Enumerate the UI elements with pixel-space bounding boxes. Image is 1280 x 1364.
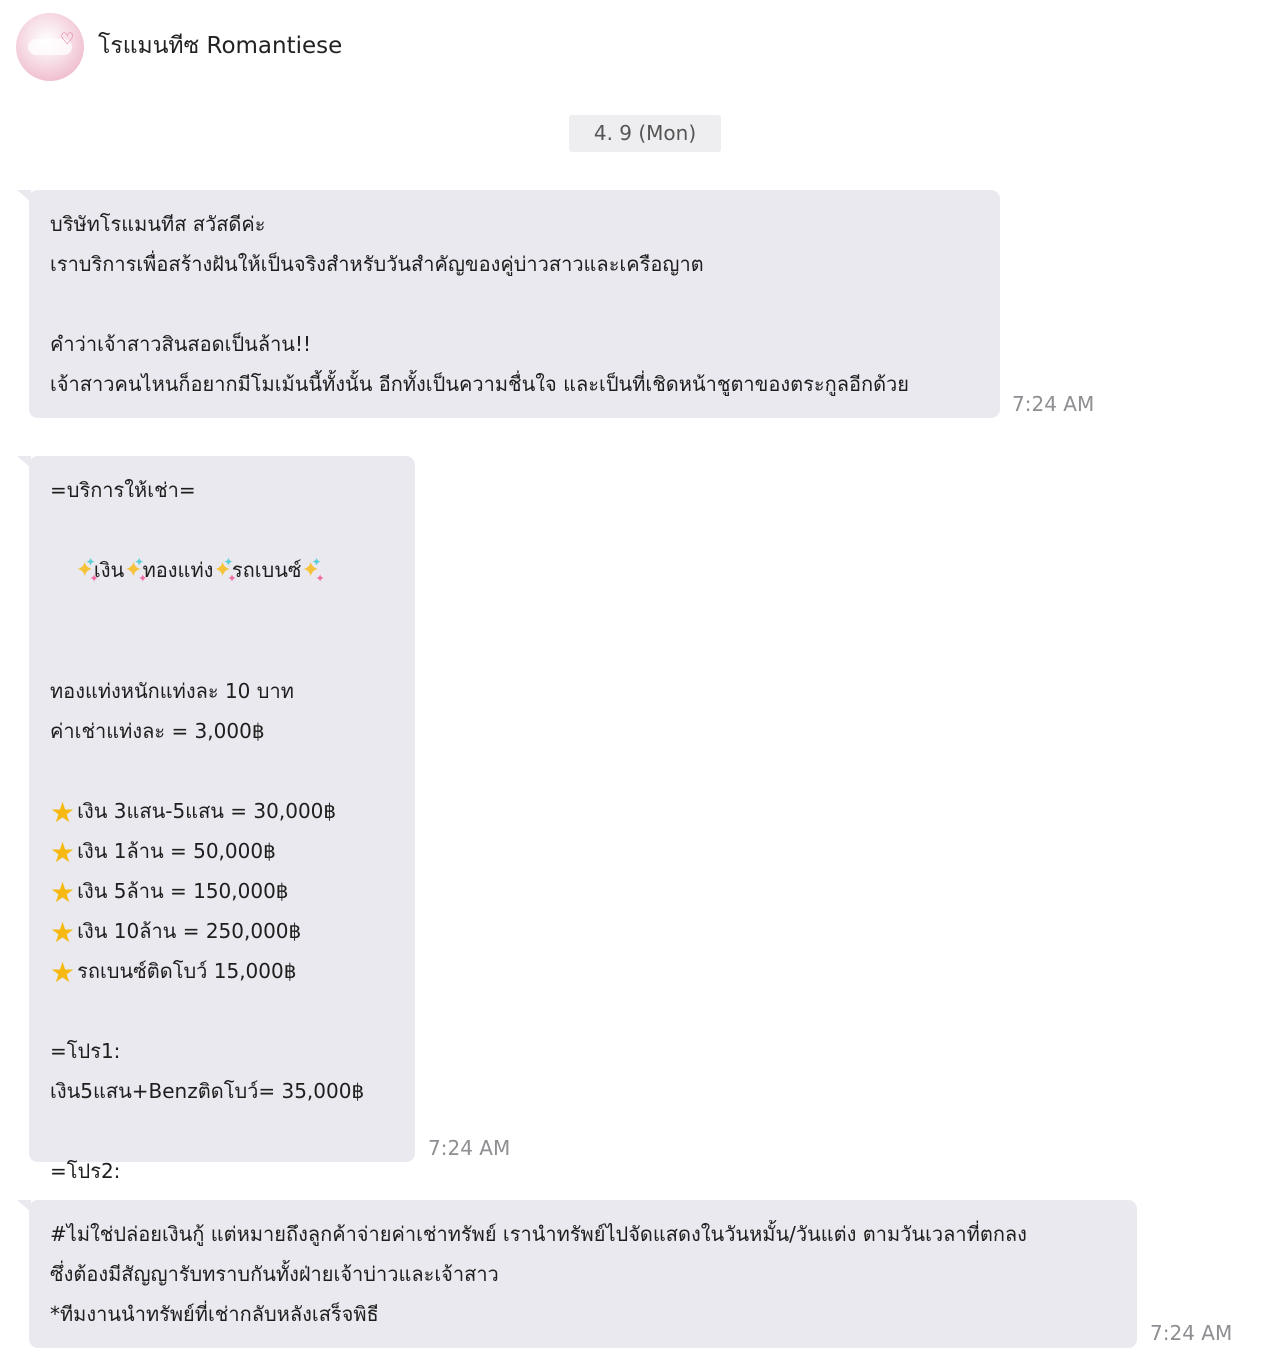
message-line: เจ้าสาวคนไหนก็อยากมีโมเม้นนี้ทั้งนั้น อี… (50, 372, 910, 396)
message-timestamp: 7:24 AM (1150, 1321, 1233, 1345)
sparkles-icon: ✦ (124, 542, 148, 599)
message-line: =บริการให้เช่า= (50, 478, 196, 502)
message-line: คำว่าเจ้าสาวสินสอดเป็นล้าน!! (50, 332, 312, 356)
message-line (50, 751, 393, 791)
sparkle-item: ทองแท่ง (142, 558, 214, 582)
message-line (50, 631, 393, 671)
sparkles-icon: ✦ (213, 542, 237, 599)
price-text: เงิน 10ล้าน = 250,000฿ (77, 919, 302, 943)
date-divider: 4. 9 (Mon) (569, 115, 721, 152)
message-line: *ทีมงานนำทรัพย์ที่เช่ากลับหลังเสร็จพิธี (50, 1302, 379, 1326)
message-line: #ไม่ใช่ปล่อยเงินกู้ แต่หมายถึงลูกค้าจ่าย… (50, 1222, 1027, 1246)
chat-room-title[interactable]: โรแมนทีซ Romantiese (98, 30, 342, 62)
message-bubble[interactable]: บริษัทโรแมนทีส สวัสดีค่ะ เราบริการเพื่อส… (17, 190, 1000, 418)
message-line: เราบริการเพื่อสร้างฝันให้เป็นจริงสำหรับว… (50, 252, 704, 276)
bubble-tail (17, 456, 31, 468)
price-line: ★ เงิน 3แสน-5แสน = 30,000฿ (50, 791, 393, 831)
message-line (50, 991, 393, 1031)
bubble-tail (17, 190, 31, 202)
price-line: ★ เงิน 5ล้าน = 150,000฿ (50, 871, 393, 911)
price-line: ★ เงิน 1ล้าน = 50,000฿ (50, 831, 393, 871)
message-line (50, 284, 978, 324)
message-line: บริษัทโรแมนทีส สวัสดีค่ะ (50, 212, 266, 236)
star-icon: ★ (50, 836, 76, 869)
sparkle-items-line: ✦เงิน✦ทองแท่ง✦รถเบนซ์✦ (50, 510, 393, 631)
price-line: ★ เงิน 10ล้าน = 250,000฿ (50, 911, 393, 951)
message-line: ซึ่งต้องมีสัญญารับทราบกันทั้งฝ่ายเจ้าบ่า… (50, 1262, 499, 1286)
sparkles-icon: ✦ (75, 542, 99, 599)
message-line: ค่าเช่าแท่งละ = 3,000฿ (50, 719, 265, 743)
price-text: รถเบนซ์ติดโบว์ 15,000฿ (77, 959, 297, 983)
chat-header: ♡ โรแมนทีซ Romantiese (0, 0, 1280, 96)
star-icon: ★ (50, 956, 76, 989)
price-text: เงิน 5ล้าน = 150,000฿ (77, 879, 289, 903)
avatar[interactable]: ♡ (16, 13, 84, 81)
bubble-tail (17, 1200, 31, 1212)
message-bubble[interactable]: =บริการให้เช่า= ✦เงิน✦ทองแท่ง✦รถเบนซ์✦ ท… (17, 456, 415, 1223)
message-line: =โปร2: (50, 1159, 121, 1183)
star-icon: ★ (50, 796, 76, 829)
star-icon: ★ (50, 916, 76, 949)
price-text: เงิน 1ล้าน = 50,000฿ (77, 839, 276, 863)
sparkles-icon: ✦ (301, 542, 325, 599)
message-line: เงิน5แสน+Benzติดโบว์= 35,000฿ (50, 1079, 365, 1103)
message-line: =โปร1: (50, 1039, 121, 1063)
heart-icon: ♡ (60, 29, 75, 48)
price-line: ★ รถเบนซ์ติดโบว์ 15,000฿ (50, 951, 393, 991)
sparkle-item: รถเบนซ์ (231, 558, 302, 582)
message-timestamp: 7:24 AM (428, 1136, 511, 1160)
message-line: ทองแท่งหนักแท่งละ 10 บาท (50, 679, 294, 703)
star-icon: ★ (50, 876, 76, 909)
message-bubble[interactable]: #ไม่ใช่ปล่อยเงินกู้ แต่หมายถึงลูกค้าจ่าย… (17, 1200, 1137, 1348)
message-timestamp: 7:24 AM (1012, 392, 1095, 416)
price-text: เงิน 3แสน-5แสน = 30,000฿ (77, 799, 337, 823)
message-line (50, 1111, 393, 1151)
